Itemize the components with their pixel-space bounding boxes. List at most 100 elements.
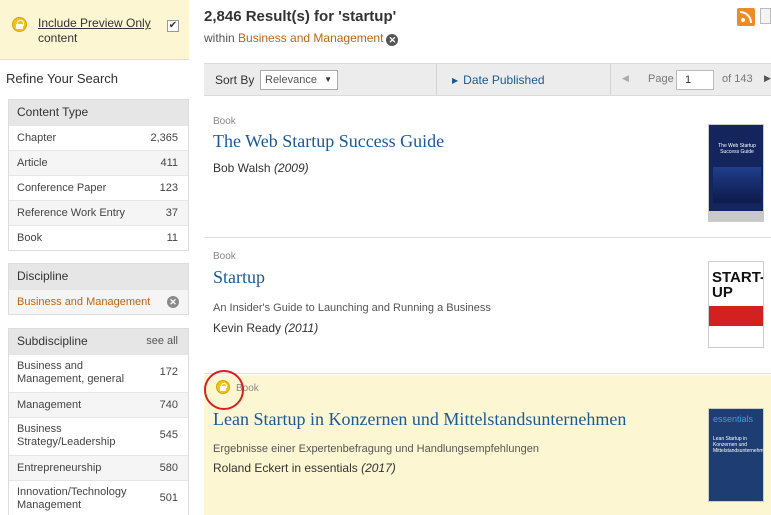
prev-page-icon[interactable]: ◀: [622, 73, 629, 84]
toolbar-divider: [610, 64, 611, 95]
author-name[interactable]: Roland Eckert: [213, 461, 288, 475]
facet-item-label-line2[interactable]: Management: [17, 499, 180, 512]
book-cover-image[interactable]: The Web Startup Success Guide: [708, 124, 764, 222]
facet-item-label[interactable]: Management: [17, 399, 81, 411]
sort-selected-value[interactable]: Relevance: [265, 74, 317, 86]
facet-item-business-management[interactable]: Business and Management ✕: [9, 289, 188, 314]
result-title[interactable]: Startup: [213, 267, 265, 288]
facet-item-label[interactable]: Chapter: [17, 132, 56, 144]
cover-strip: [709, 326, 763, 347]
rss-icon[interactable]: [737, 8, 755, 26]
cover-title: The Web Startup Success Guide: [718, 143, 756, 155]
remove-icon[interactable]: ✕: [386, 34, 399, 46]
result-item-preview: Book Lean Startup in Konzernen und Mitte…: [204, 375, 771, 515]
cover-band: [709, 306, 763, 326]
triangle-right-icon: ▶: [452, 76, 459, 85]
date-published-sort[interactable]: ▶ Date Published: [452, 73, 545, 87]
cover-stripe: [709, 211, 763, 221]
page-of-total: of 143: [722, 73, 753, 85]
facet-item-label[interactable]: Book: [17, 232, 42, 244]
cover-title: Lean Startup in Konzernen und Mittelstan…: [713, 436, 764, 454]
remove-icon[interactable]: ✕: [167, 296, 179, 308]
facet-item-label-line1[interactable]: Business: [17, 423, 180, 436]
facet-item-label[interactable]: Entrepreneurship: [17, 462, 101, 474]
facet-discipline-header: Discipline: [9, 264, 188, 289]
refine-search-title: Refine Your Search: [6, 71, 119, 86]
facet-item-count: 580: [159, 462, 178, 474]
page-label: Page: [648, 73, 674, 85]
see-all-link[interactable]: see all: [146, 329, 178, 354]
result-title[interactable]: Lean Startup in Konzernen und Mittelstan…: [213, 409, 626, 430]
facet-item-label[interactable]: Article: [17, 157, 48, 169]
page-number-input[interactable]: 1: [676, 70, 714, 90]
annotation-circle: [204, 370, 244, 410]
facet-item-label-line2[interactable]: Strategy/Leadership: [17, 436, 180, 449]
facet-item-label[interactable]: Conference Paper: [17, 182, 106, 194]
facet-item-count: 123: [159, 182, 178, 194]
book-cover-image[interactable]: START-UP: [708, 261, 764, 348]
toolbar-divider: [436, 64, 437, 95]
facet-content-type-header: Content Type: [9, 100, 188, 125]
sidebar: Include Preview Only content ✔ Refine Yo…: [0, 0, 189, 515]
result-subtitle: Ergebnisse einer Expertenbefragung und H…: [213, 443, 539, 455]
author-name[interactable]: Bob Walsh: [213, 161, 271, 175]
results-query: 'startup': [338, 8, 397, 25]
within-filter: within Business and Management ✕: [204, 31, 399, 46]
results-main: 2,846 Result(s) for 'startup' within Bus…: [204, 0, 771, 515]
facet-item-chapter[interactable]: Chapter 2,365: [9, 125, 188, 150]
result-item: Book The Web Startup Success Guide Bob W…: [204, 97, 771, 238]
facet-item-management[interactable]: Management 740: [9, 392, 188, 417]
facet-item-business-strategy[interactable]: Business Strategy/Leadership 545: [9, 417, 188, 455]
preview-only-label-line1[interactable]: Include Preview Only: [38, 16, 156, 31]
result-subtitle: An Insider's Guide to Launching and Runn…: [213, 302, 491, 314]
facet-item-count: 501: [159, 492, 178, 504]
cover-series: essentials: [713, 414, 754, 424]
facet-content-type: Content Type Chapter 2,365 Article 411 C…: [8, 99, 189, 251]
lock-icon: [12, 17, 27, 32]
within-discipline-link[interactable]: Business and Management: [238, 31, 383, 45]
facet-subdiscipline-header: Subdiscipline see all: [9, 329, 188, 354]
result-year: (2011): [284, 321, 319, 335]
facet-item-innovation-technology[interactable]: Innovation/Technology Management 501: [9, 480, 188, 515]
facet-item-label[interactable]: Business and Management: [17, 296, 150, 308]
facet-item-entrepreneurship[interactable]: Entrepreneurship 580: [9, 455, 188, 480]
within-prefix: within: [204, 31, 239, 45]
preview-only-filter[interactable]: Include Preview Only content ✔: [0, 0, 189, 60]
facet-item-count: 11: [166, 232, 178, 244]
book-cover-image[interactable]: essentials Lean Startup in Konzernen und…: [708, 408, 764, 502]
results-toolbar: Sort By Relevance ▼ ▶ Date Published ◀ Pa…: [204, 63, 771, 96]
author-name[interactable]: Kevin Ready: [213, 321, 281, 335]
facet-item-count: 740: [159, 399, 178, 411]
facet-item-label-line1[interactable]: Business and: [17, 360, 180, 373]
facet-item-book[interactable]: Book 11: [9, 225, 188, 250]
facet-item-conference-paper[interactable]: Conference Paper 123: [9, 175, 188, 200]
next-page-icon[interactable]: ▶: [764, 73, 771, 84]
caret-down-icon: ▼: [324, 75, 332, 84]
series-prefix: in essentials: [288, 461, 362, 475]
facet-item-count: 545: [159, 429, 178, 441]
facet-item-label-line2[interactable]: Management, general: [17, 373, 180, 386]
result-type: Book: [213, 251, 236, 262]
preview-only-label-line2: content: [38, 31, 78, 45]
result-title[interactable]: The Web Startup Success Guide: [213, 131, 444, 152]
preview-only-checkbox[interactable]: ✔: [167, 20, 179, 32]
date-published-label[interactable]: Date Published: [463, 73, 544, 87]
facet-item-count: 37: [165, 207, 178, 219]
sort-by-label: Sort By: [215, 73, 255, 87]
facet-subdiscipline-title: Subdiscipline: [17, 334, 88, 348]
facet-subdiscipline: Subdiscipline see all Business and Manag…: [8, 328, 189, 515]
sort-select[interactable]: Relevance ▼: [260, 70, 338, 90]
result-author: Bob Walsh (2009): [213, 161, 309, 175]
results-count-heading: 2,846 Result(s) for 'startup': [204, 8, 396, 25]
result-type: Book: [213, 116, 236, 127]
document-icon[interactable]: [760, 8, 771, 24]
preview-only-label[interactable]: Include Preview Only content: [38, 16, 156, 46]
result-author: Roland Eckert in essentials (2017): [213, 461, 396, 475]
facet-item-business-management-general[interactable]: Business and Management, general 172: [9, 354, 188, 392]
facet-item-label-line1[interactable]: Innovation/Technology: [17, 486, 180, 499]
facet-item-article[interactable]: Article 411: [9, 150, 188, 175]
facet-item-label[interactable]: Reference Work Entry: [17, 207, 125, 219]
result-item: Book Startup An Insider's Guide to Launc…: [204, 239, 771, 374]
facet-item-reference-work-entry[interactable]: Reference Work Entry 37: [9, 200, 188, 225]
facet-item-count: 172: [159, 366, 178, 378]
